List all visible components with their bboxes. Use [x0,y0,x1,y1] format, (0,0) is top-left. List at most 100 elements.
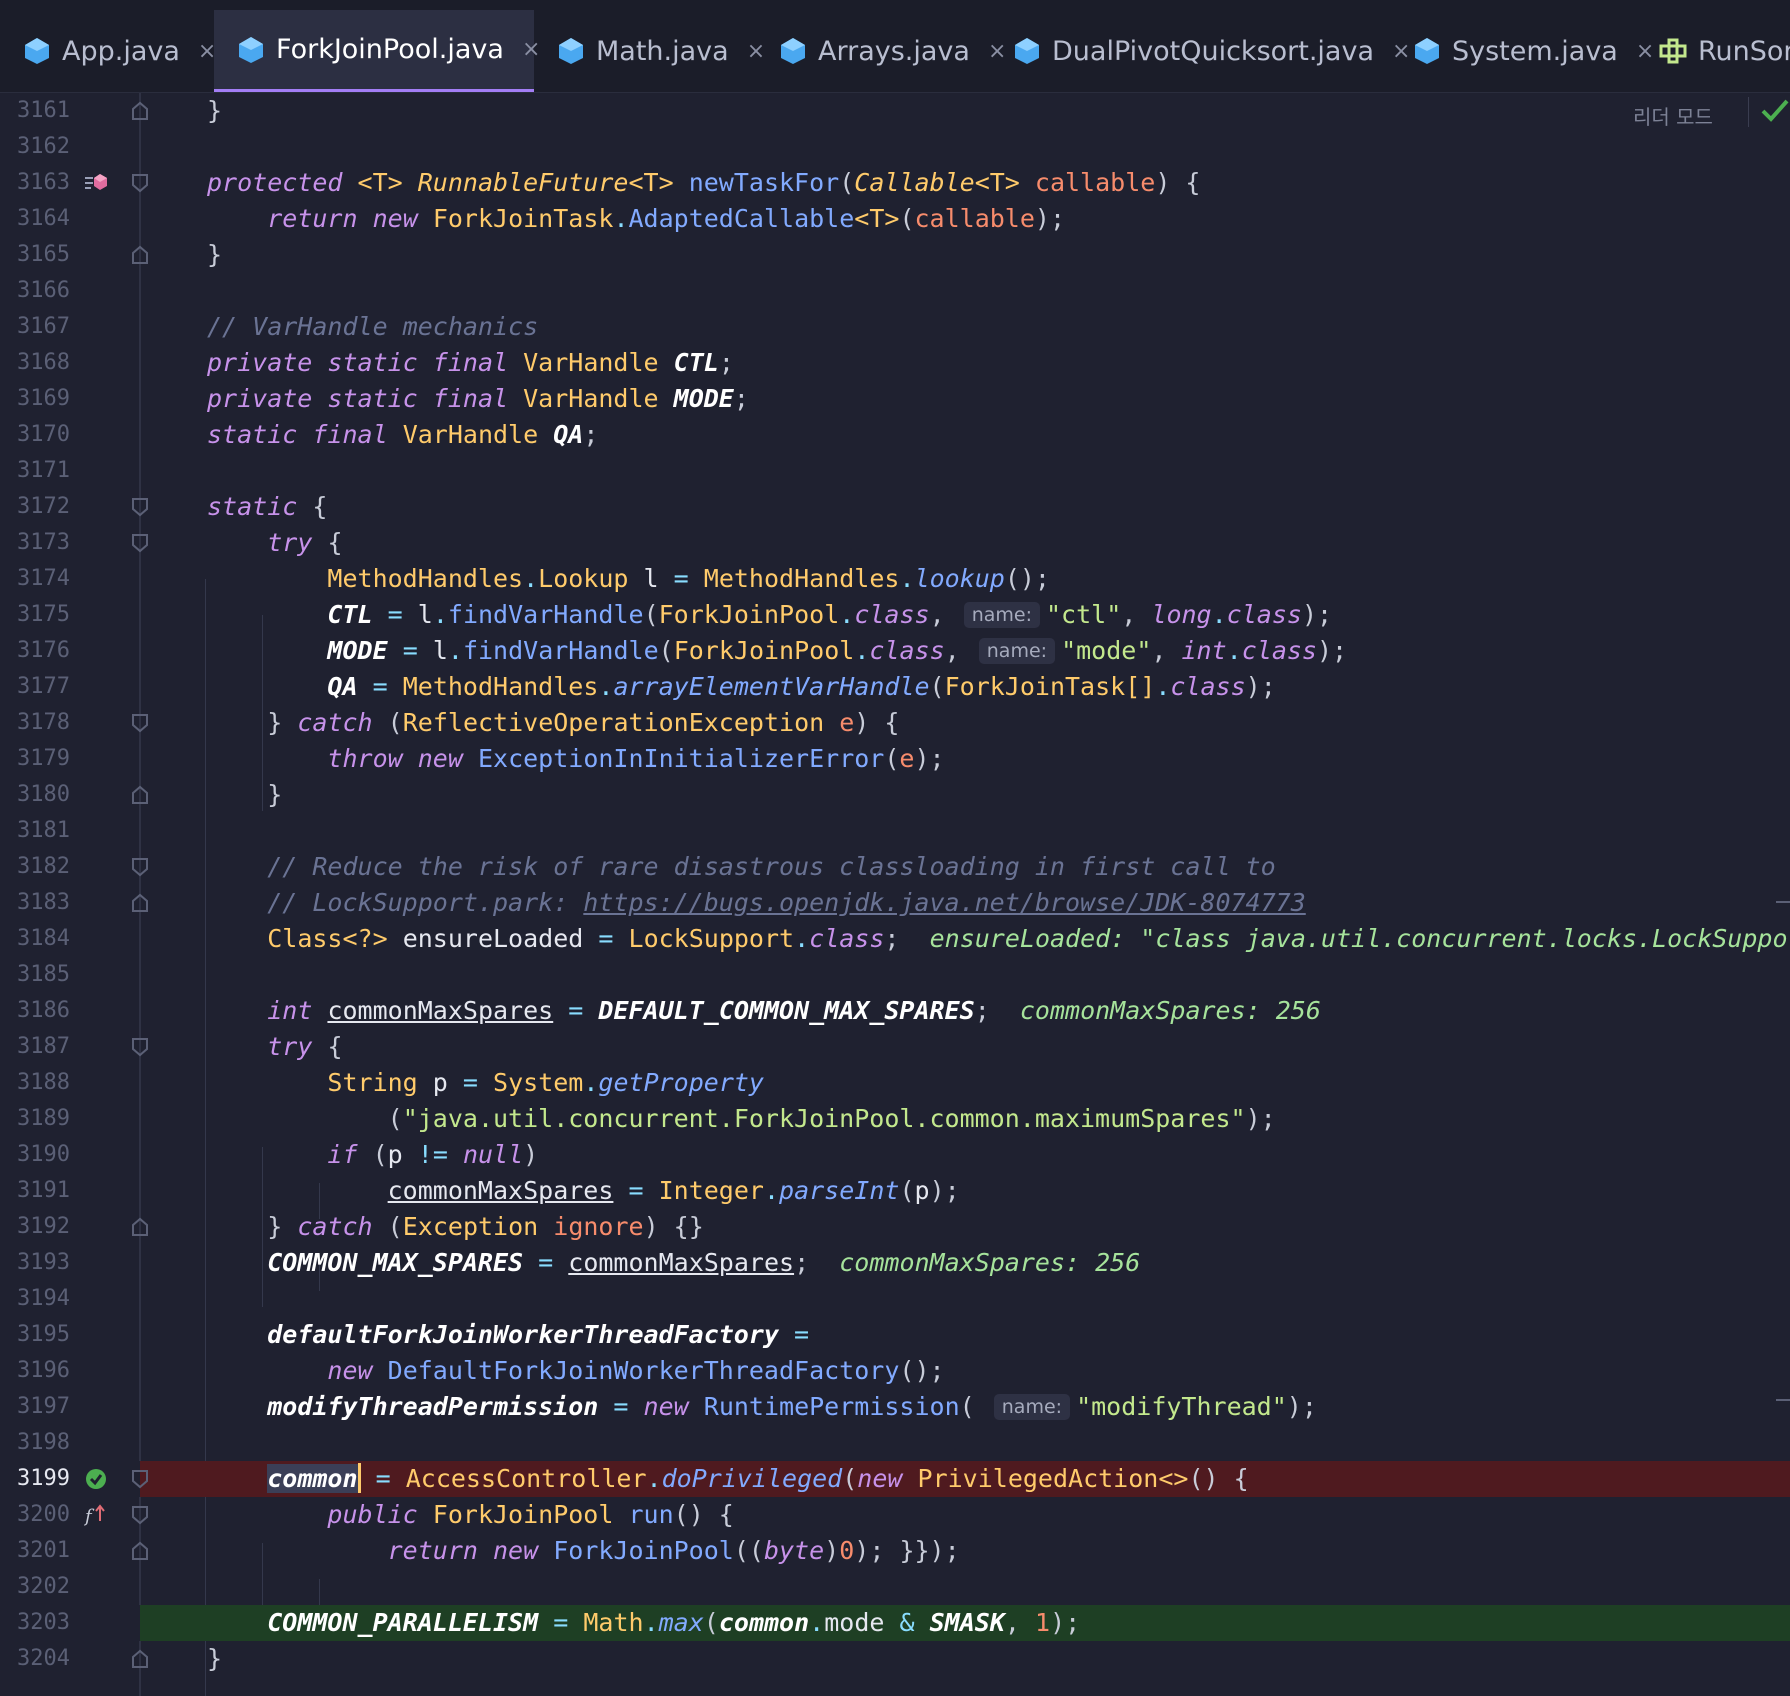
tab-runsort[interactable]: RunSon [1636,10,1790,92]
code-line[interactable]: 3188 String p = System.getProperty [0,1065,1790,1101]
fold-end-icon[interactable] [131,1541,149,1561]
code-line[interactable]: 3178 } catch (ReflectiveOperationExcepti… [0,705,1790,741]
line-number[interactable]: 3198 [0,1425,70,1461]
code-line[interactable]: 3198 [0,1425,1790,1461]
code-line[interactable]: 3174 MethodHandles.Lookup l = MethodHand… [0,561,1790,597]
fold-end-icon[interactable] [131,1649,149,1669]
line-number[interactable]: 3175 [0,597,70,633]
line-number[interactable]: 3199 [0,1461,70,1497]
fold-start-icon[interactable] [131,1505,149,1525]
code-line[interactable]: 3190 if (p != null) [0,1137,1790,1173]
line-number[interactable]: 3196 [0,1353,70,1389]
code-line[interactable]: 3183 // LockSupport.park: https://bugs.o… [0,885,1790,921]
line-number[interactable]: 3177 [0,669,70,705]
code-line[interactable]: 3161 } [0,93,1790,129]
line-number[interactable]: 3203 [0,1605,70,1641]
line-number[interactable]: 3192 [0,1209,70,1245]
line-number[interactable]: 3168 [0,345,70,381]
code-line[interactable]: 3186 int commonMaxSpares = DEFAULT_COMMO… [0,993,1790,1029]
line-number[interactable]: 3174 [0,561,70,597]
fold-end-icon[interactable] [131,245,149,265]
line-number[interactable]: 3189 [0,1101,70,1137]
code-line[interactable]: 3173 try { [0,525,1790,561]
line-number[interactable]: 3164 [0,201,70,237]
code-editor[interactable]: 리더 모드 3161 } 3162 3163 protected <T> Run… [0,93,1790,1696]
breakpoint-line[interactable]: 3199 common = AccessController.doPrivile… [0,1461,1790,1497]
line-number[interactable]: 3167 [0,309,70,345]
code-line[interactable]: 3169 private static final VarHandle MODE… [0,381,1790,417]
fold-start-icon[interactable] [131,713,149,733]
fold-end-icon[interactable] [131,785,149,805]
line-number[interactable]: 3180 [0,777,70,813]
line-number[interactable]: 3200 [0,1497,70,1533]
line-number[interactable]: 3163 [0,165,70,201]
code-line[interactable]: 3172 static { [0,489,1790,525]
line-number[interactable]: 3195 [0,1317,70,1353]
code-line[interactable]: 3176 MODE = l.findVarHandle(ForkJoinPool… [0,633,1790,669]
code-line[interactable]: 3187 try { [0,1029,1790,1065]
line-number[interactable]: 3173 [0,525,70,561]
code-line[interactable]: 3165 } [0,237,1790,273]
code-line[interactable]: 3171 [0,453,1790,489]
line-number[interactable]: 3191 [0,1173,70,1209]
code-line[interactable]: 3191 commonMaxSpares = Integer.parseInt(… [0,1173,1790,1209]
line-number[interactable]: 3176 [0,633,70,669]
tab-app-java[interactable]: App.java × [0,10,230,92]
line-number[interactable]: 3201 [0,1533,70,1569]
line-number[interactable]: 3184 [0,921,70,957]
code-line[interactable]: 3167 // VarHandle mechanics [0,309,1790,345]
fold-end-icon[interactable] [131,1217,149,1237]
implements-method-icon[interactable]: f [84,1503,108,1527]
fold-start-icon[interactable] [131,497,149,517]
line-number[interactable]: 3187 [0,1029,70,1065]
fold-start-icon[interactable] [131,857,149,877]
code-line[interactable]: 3177 QA = MethodHandles.arrayElementVarH… [0,669,1790,705]
overrides-method-icon[interactable] [84,171,108,195]
code-line[interactable]: 3202 [0,1569,1790,1605]
line-number[interactable]: 3194 [0,1281,70,1317]
code-line[interactable]: 3204 } [0,1641,1790,1677]
code-line[interactable]: 3201 return new ForkJoinPool((byte)0); }… [0,1533,1790,1569]
line-number[interactable]: 3188 [0,1065,70,1101]
line-number[interactable]: 3182 [0,849,70,885]
line-number[interactable]: 3181 [0,813,70,849]
code-line[interactable]: 3179 throw new ExceptionInInitializerErr… [0,741,1790,777]
code-line[interactable]: 3166 [0,273,1790,309]
tab-math-java[interactable]: Math.java × [534,10,779,92]
code-line[interactable]: 3185 [0,957,1790,993]
code-line[interactable]: 3193 COMMON_MAX_SPARES = commonMaxSpares… [0,1245,1790,1281]
code-line[interactable]: 3195 defaultForkJoinWorkerThreadFactory … [0,1317,1790,1353]
code-line[interactable]: 3175 CTL = l.findVarHandle(ForkJoinPool.… [0,597,1790,633]
tab-forkjoinpool-java[interactable]: ForkJoinPool.java × [214,10,540,92]
code-line[interactable]: 3184 Class<?> ensureLoaded = LockSupport… [0,921,1790,957]
line-number[interactable]: 3178 [0,705,70,741]
fold-start-icon[interactable] [131,173,149,193]
fold-end-icon[interactable] [131,893,149,913]
line-number[interactable]: 3204 [0,1641,70,1677]
line-number[interactable]: 3161 [0,93,70,129]
line-number[interactable]: 3166 [0,273,70,309]
code-line[interactable]: 3189 ("java.util.concurrent.ForkJoinPool… [0,1101,1790,1137]
code-line[interactable]: 3168 private static final VarHandle CTL; [0,345,1790,381]
code-line[interactable]: 3196 new DefaultForkJoinWorkerThreadFact… [0,1353,1790,1389]
code-line[interactable]: 3164 return new ForkJoinTask.AdaptedCall… [0,201,1790,237]
fold-start-icon[interactable] [131,1469,149,1489]
line-number[interactable]: 3183 [0,885,70,921]
code-line[interactable]: 3163 protected <T> RunnableFuture<T> new… [0,165,1790,201]
line-number[interactable]: 3190 [0,1137,70,1173]
bug-link[interactable]: https://bugs.openjdk.java.net/browse/JDK… [583,888,1305,917]
line-number[interactable]: 3186 [0,993,70,1029]
fold-start-icon[interactable] [131,1037,149,1057]
code-line[interactable]: 3192 } catch (Exception ignore) {} [0,1209,1790,1245]
line-number[interactable]: 3169 [0,381,70,417]
tab-system-java[interactable]: System.java × [1390,10,1668,92]
code-line[interactable]: 3194 [0,1281,1790,1317]
line-number[interactable]: 3193 [0,1245,70,1281]
line-number[interactable]: 3165 [0,237,70,273]
tab-arrays-java[interactable]: Arrays.java × [756,10,1020,92]
code-line[interactable]: 3180 } [0,777,1790,813]
line-number[interactable]: 3179 [0,741,70,777]
execution-point-line[interactable]: 3203 COMMON_PARALLELISM = Math.max(commo… [0,1605,1790,1641]
line-number[interactable]: 3185 [0,957,70,993]
line-number[interactable]: 3170 [0,417,70,453]
